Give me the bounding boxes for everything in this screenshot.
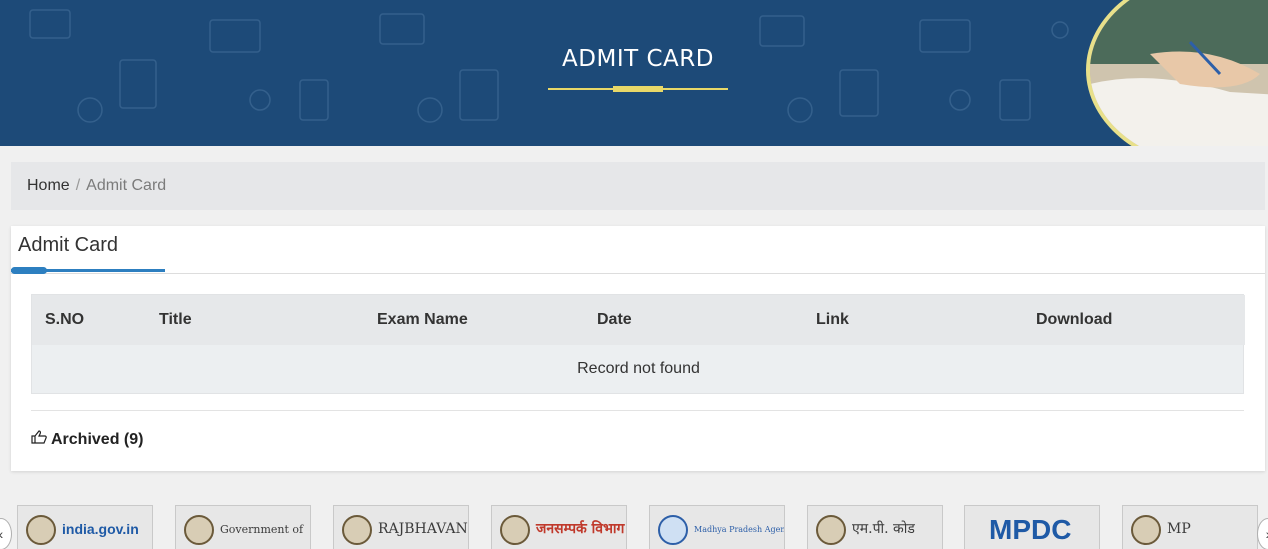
logo-jansampark[interactable]: जनसम्पर्क विभाग — [491, 505, 627, 549]
jansampark-emblem-icon — [500, 515, 530, 545]
column-header-title: Title — [159, 311, 192, 328]
breadcrumb-separator: / — [75, 177, 81, 194]
panel-title-underline-pill — [11, 267, 47, 274]
carousel-next-button[interactable]: › — [1257, 518, 1268, 549]
column-header-download: Download — [1036, 311, 1113, 328]
column-header-link: Link — [816, 311, 849, 328]
admit-card-table: S.NO Title Exam Name Date Link Download … — [31, 294, 1245, 394]
breadcrumb: Home / Admit Card — [11, 162, 1265, 210]
chevron-left-icon: ‹ — [0, 526, 3, 542]
logo-rajbhavan[interactable]: RAJBHAVAN — [333, 505, 469, 549]
title-underline-accent — [613, 86, 663, 92]
partner-logo-strip: india.gov.in Government of RAJBHAVAN जनस… — [0, 505, 1268, 549]
logo-rajbhavan-label: RAJBHAVAN — [378, 521, 468, 538]
archived-link[interactable]: Archived (9) — [31, 430, 143, 449]
page-banner: ADMIT CARD — [0, 0, 1268, 146]
panel-header-divider — [11, 273, 1265, 274]
logo-india-gov[interactable]: india.gov.in — [17, 505, 153, 549]
logo-mpit[interactable]: Madhya Pradesh Agency For — [649, 505, 785, 549]
banner-pattern — [29, 9, 1069, 123]
mpit-emblem-icon — [658, 515, 688, 545]
mp-emblem-icon — [184, 515, 214, 545]
column-header-date: Date — [597, 311, 632, 328]
column-header-exam-name: Exam Name — [377, 311, 468, 328]
breadcrumb-current: Admit Card — [86, 177, 167, 194]
logo-mp-code[interactable]: एम.पी. कोड — [807, 505, 943, 549]
admit-card-panel: Admit Card S.NO Title Exam Name Date Lin… — [11, 226, 1265, 471]
panel-footer-divider — [31, 410, 1244, 411]
empty-table-message: Record not found — [577, 360, 700, 377]
hand-pointing-icon — [31, 430, 47, 449]
logo-india-gov-label: india.gov.in — [62, 521, 139, 538]
logo-govt-mp[interactable]: Government of — [175, 505, 311, 549]
logo-mp-code-label: एम.पी. कोड — [852, 521, 915, 538]
mp-tourism-emblem-icon — [1131, 515, 1161, 545]
logo-mpit-label: Madhya Pradesh Agency For — [694, 524, 785, 534]
national-emblem-icon — [26, 515, 56, 545]
logo-mp-tourism-label: MP — [1167, 521, 1191, 538]
breadcrumb-home-link[interactable]: Home — [27, 177, 70, 194]
mp-code-emblem-icon — [816, 515, 846, 545]
table-header: S.NO Title Exam Name Date Link Download — [32, 295, 1245, 345]
logo-mp-tourism[interactable]: MP — [1122, 505, 1258, 549]
logo-mpdc-label: MPDC — [989, 513, 1072, 545]
archived-label: Archived (9) — [51, 430, 144, 448]
logo-jansampark-label: जनसम्पर्क विभाग — [536, 521, 625, 538]
logo-mpdc[interactable]: MPDC — [964, 505, 1100, 549]
banner-photo — [1086, 0, 1268, 146]
page-title: ADMIT CARD — [562, 46, 714, 72]
panel-title: Admit Card — [18, 234, 119, 256]
logo-govt-mp-label: Government of — [220, 522, 304, 536]
national-emblem-icon — [342, 515, 372, 545]
column-header-sno: S.NO — [45, 311, 85, 328]
